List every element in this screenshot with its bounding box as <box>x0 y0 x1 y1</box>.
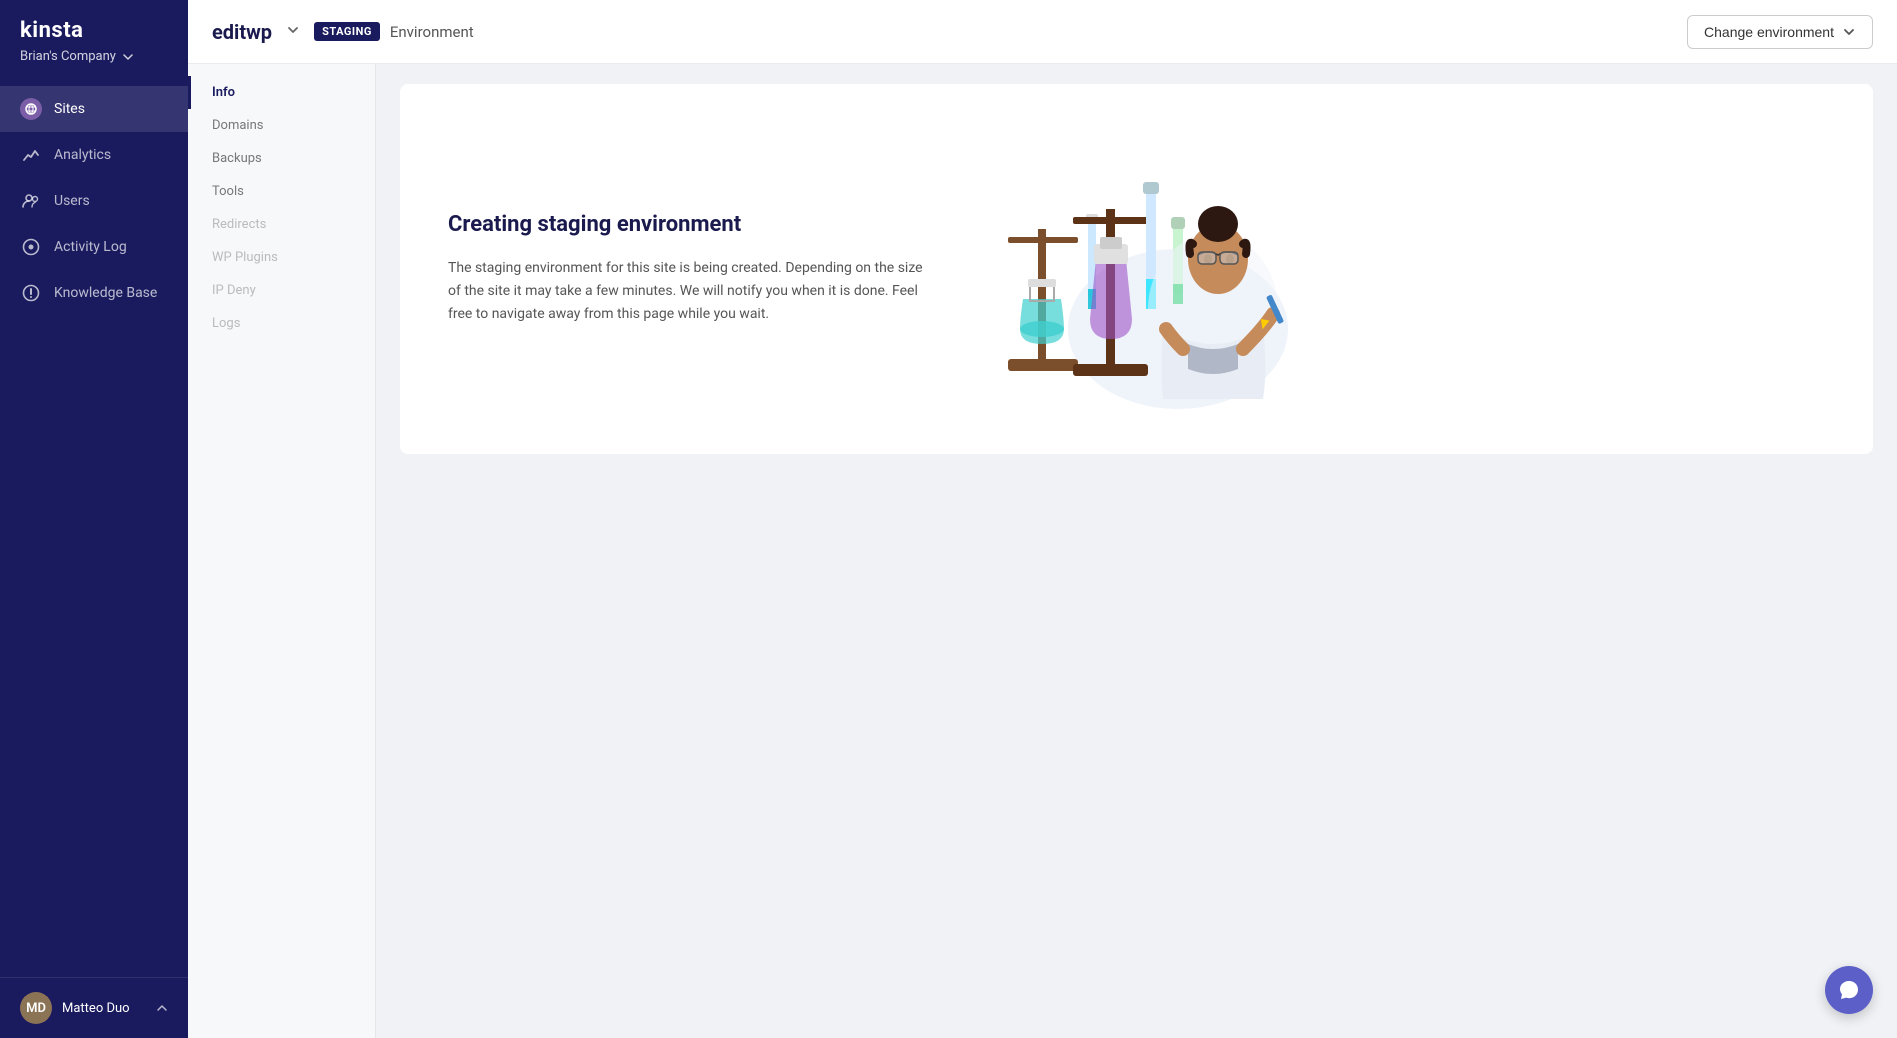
main-panel: editwp STAGING Environment Change enviro… <box>188 0 1897 1038</box>
sidebar: kinsta Brian's Company Sites <box>0 0 188 1038</box>
chevron-down-icon <box>122 51 134 63</box>
sidebar-item-label: Users <box>54 193 90 209</box>
sidebar-footer: MD Matteo Duo <box>0 977 188 1038</box>
sub-nav-wp-plugins[interactable]: WP Plugins <box>188 241 375 274</box>
science-illustration <box>968 124 1308 414</box>
sidebar-item-label: Sites <box>54 101 85 117</box>
chevron-down-icon <box>1842 25 1856 39</box>
sidebar-logo: kinsta Brian's Company <box>0 0 188 78</box>
change-environment-button[interactable]: Change environment <box>1687 15 1873 49</box>
content-area: Info Domains Backups Tools Redirects WP … <box>188 64 1897 1038</box>
content-card: Creating staging environment The staging… <box>400 84 1873 454</box>
sidebar-item-label: Analytics <box>54 147 111 163</box>
content-description: The staging environment for this site is… <box>448 257 928 326</box>
sidebar-item-label: Activity Log <box>54 239 127 255</box>
staging-badge: STAGING <box>314 22 380 41</box>
sub-sidebar: Info Domains Backups Tools Redirects WP … <box>188 64 376 1038</box>
content-title: Creating staging environment <box>448 212 928 237</box>
chat-icon <box>1838 979 1860 1001</box>
sub-nav-info[interactable]: Info <box>188 76 375 109</box>
sidebar-item-activity-log[interactable]: Activity Log <box>0 224 188 270</box>
chevron-up-icon <box>156 1002 168 1014</box>
sidebar-item-knowledge-base[interactable]: Knowledge Base <box>0 270 188 316</box>
sidebar-item-analytics[interactable]: Analytics <box>0 132 188 178</box>
activity-icon <box>20 236 42 258</box>
analytics-icon <box>20 144 42 166</box>
content-text: Creating staging environment The staging… <box>448 212 928 326</box>
company-name: Brian's Company <box>20 49 116 64</box>
chat-button[interactable] <box>1825 966 1873 1014</box>
chevron-down-icon <box>286 23 300 37</box>
sub-nav-tools[interactable]: Tools <box>188 175 375 208</box>
knowledge-icon <box>20 282 42 304</box>
avatar: MD <box>20 992 52 1024</box>
brand-logo: kinsta <box>20 18 168 43</box>
sidebar-item-sites[interactable]: Sites <box>0 86 188 132</box>
user-info[interactable]: MD Matteo Duo <box>20 992 130 1024</box>
site-name: editwp <box>212 20 272 44</box>
user-name: Matteo Duo <box>62 1001 130 1016</box>
top-header: editwp STAGING Environment Change enviro… <box>188 0 1897 64</box>
sidebar-nav: Sites Analytics Users <box>0 78 188 977</box>
users-icon <box>20 190 42 212</box>
site-title-area: editwp STAGING Environment <box>212 19 474 44</box>
site-dropdown-button[interactable] <box>282 19 304 44</box>
sidebar-item-users[interactable]: Users <box>0 178 188 224</box>
environment-label: Environment <box>390 23 474 41</box>
company-selector[interactable]: Brian's Company <box>20 49 168 64</box>
illustration-svg <box>978 129 1298 409</box>
page-content: Creating staging environment The staging… <box>376 64 1897 1038</box>
sub-nav-domains[interactable]: Domains <box>188 109 375 142</box>
sub-nav-logs[interactable]: Logs <box>188 307 375 340</box>
sub-nav-backups[interactable]: Backups <box>188 142 375 175</box>
sidebar-item-label: Knowledge Base <box>54 285 157 301</box>
sub-nav-redirects[interactable]: Redirects <box>188 208 375 241</box>
sites-icon <box>20 98 42 120</box>
sub-nav-ip-deny[interactable]: IP Deny <box>188 274 375 307</box>
